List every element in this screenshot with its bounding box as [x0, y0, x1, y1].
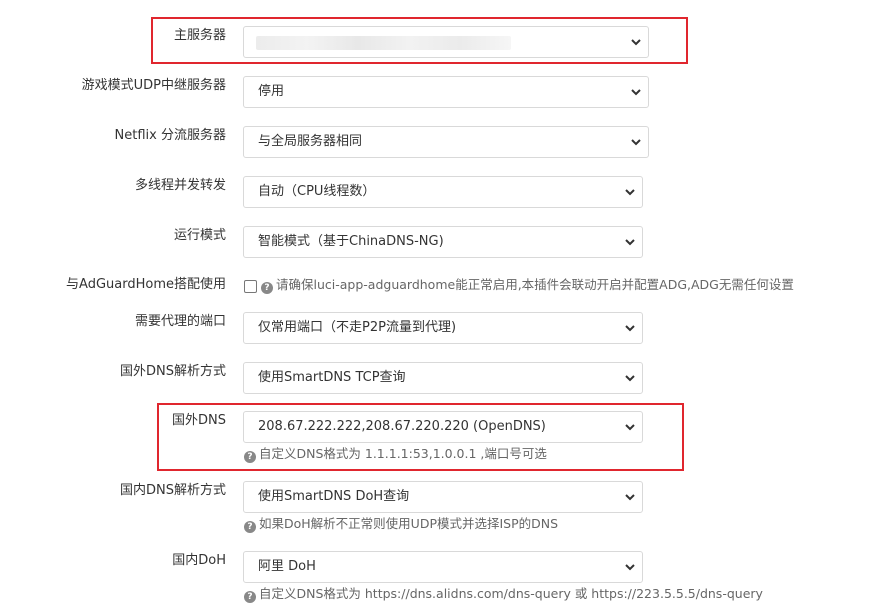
- question-circle-icon: ?: [244, 451, 256, 463]
- netflix-select[interactable]: 与全局服务器相同: [243, 126, 649, 158]
- multithread-label: 多线程并发转发: [134, 178, 226, 193]
- proxy-ports-value: 仅常用端口（不走P2P流量到代理): [258, 320, 457, 335]
- main-server-label: 主服务器: [173, 28, 226, 43]
- chevron-down-icon: [625, 424, 635, 431]
- netflix-value: 与全局服务器相同: [258, 134, 363, 149]
- foreign-dns-hint: ? 自定义DNS格式为 1.1.1.1:53,1.0.0.1 ,端口号可选: [244, 446, 547, 463]
- netflix-label: Netflix 分流服务器: [114, 128, 226, 143]
- domestic-doh-label: 国内DoH: [172, 553, 226, 568]
- foreign-dns-mode-label: 国外DNS解析方式: [120, 364, 226, 379]
- adguard-hint-text: 请确保luci-app-adguardhome能正常启用,本插件会联动开启并配置…: [276, 277, 794, 292]
- adguard-hint: ? 请确保luci-app-adguardhome能正常启用,本插件会联动开启并配…: [261, 277, 794, 294]
- foreign-dns-hint-text: 自定义DNS格式为 1.1.1.1:53,1.0.0.1 ,端口号可选: [259, 446, 547, 461]
- foreign-dns-value: 208.67.222.222,208.67.220.220 (OpenDNS): [258, 419, 546, 434]
- domestic-dns-mode-hint: ? 如果DoH解析不正常则使用UDP模式并选择ISP的DNS: [244, 516, 558, 533]
- domestic-doh-select[interactable]: 阿里 DoH: [243, 551, 643, 583]
- main-server-select[interactable]: [243, 26, 649, 58]
- domestic-dns-mode-hint-text: 如果DoH解析不正常则使用UDP模式并选择ISP的DNS: [259, 516, 559, 531]
- chevron-down-icon: [631, 39, 641, 46]
- domestic-doh-value: 阿里 DoH: [258, 559, 316, 574]
- question-circle-icon: ?: [244, 521, 256, 533]
- adguard-label: 与AdGuardHome搭配使用: [66, 277, 226, 292]
- udp-relay-label: 游戏模式UDP中继服务器: [81, 78, 226, 93]
- run-mode-label: 运行模式: [173, 228, 226, 243]
- chevron-down-icon: [625, 325, 635, 332]
- adguard-checkbox[interactable]: [244, 280, 257, 293]
- domestic-dns-mode-value: 使用SmartDNS DoH查询: [258, 489, 410, 504]
- proxy-ports-label: 需要代理的端口: [134, 314, 226, 329]
- question-circle-icon: ?: [261, 282, 273, 294]
- multithread-select[interactable]: 自动（CPU线程数）: [243, 176, 643, 208]
- chevron-down-icon: [625, 189, 635, 196]
- domestic-doh-hint: ? 自定义DNS格式为 https://dns.alidns.com/dns-qu…: [244, 586, 763, 603]
- run-mode-select[interactable]: 智能模式（基于ChinaDNS-NG): [243, 226, 643, 258]
- multithread-value: 自动（CPU线程数）: [258, 184, 376, 199]
- chevron-down-icon: [625, 375, 635, 382]
- question-circle-icon: ?: [244, 591, 256, 603]
- proxy-ports-select[interactable]: 仅常用端口（不走P2P流量到代理): [243, 312, 643, 344]
- chevron-down-icon: [625, 239, 635, 246]
- domestic-doh-hint-text: 自定义DNS格式为 https://dns.alidns.com/dns-que…: [259, 586, 763, 601]
- settings-form: 主服务器 游戏模式UDP中继服务器 停用 Netflix 分流服务器 与全局服务…: [0, 0, 871, 616]
- chevron-down-icon: [631, 89, 641, 96]
- chevron-down-icon: [625, 494, 635, 501]
- foreign-dns-mode-value: 使用SmartDNS TCP查询: [258, 370, 406, 385]
- domestic-dns-mode-label: 国内DNS解析方式: [120, 483, 226, 498]
- domestic-dns-mode-select[interactable]: 使用SmartDNS DoH查询: [243, 481, 643, 513]
- udp-relay-value: 停用: [258, 84, 285, 99]
- blurred-server-name: [256, 36, 511, 50]
- foreign-dns-select[interactable]: 208.67.222.222,208.67.220.220 (OpenDNS): [243, 411, 643, 443]
- run-mode-value: 智能模式（基于ChinaDNS-NG): [258, 234, 444, 249]
- chevron-down-icon: [625, 564, 635, 571]
- foreign-dns-mode-select[interactable]: 使用SmartDNS TCP查询: [243, 362, 643, 394]
- foreign-dns-label: 国外DNS: [172, 413, 226, 428]
- chevron-down-icon: [631, 139, 641, 146]
- udp-relay-select[interactable]: 停用: [243, 76, 649, 108]
